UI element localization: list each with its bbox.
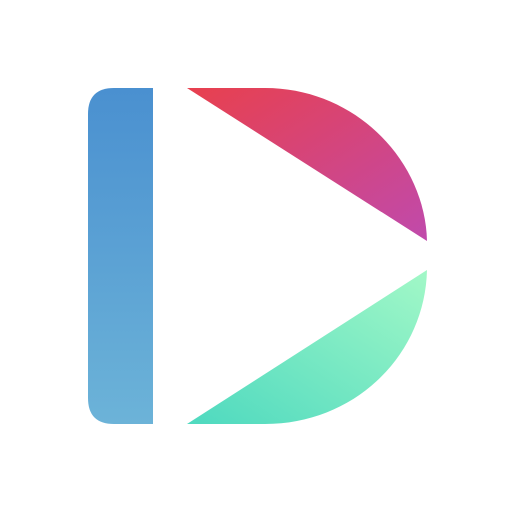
letter-d-logo-icon <box>88 88 427 424</box>
logo-lower-wedge <box>187 270 427 424</box>
logo-vertical-bar <box>88 88 153 424</box>
logo-upper-wedge <box>187 88 427 241</box>
logo-canvas <box>0 0 512 512</box>
